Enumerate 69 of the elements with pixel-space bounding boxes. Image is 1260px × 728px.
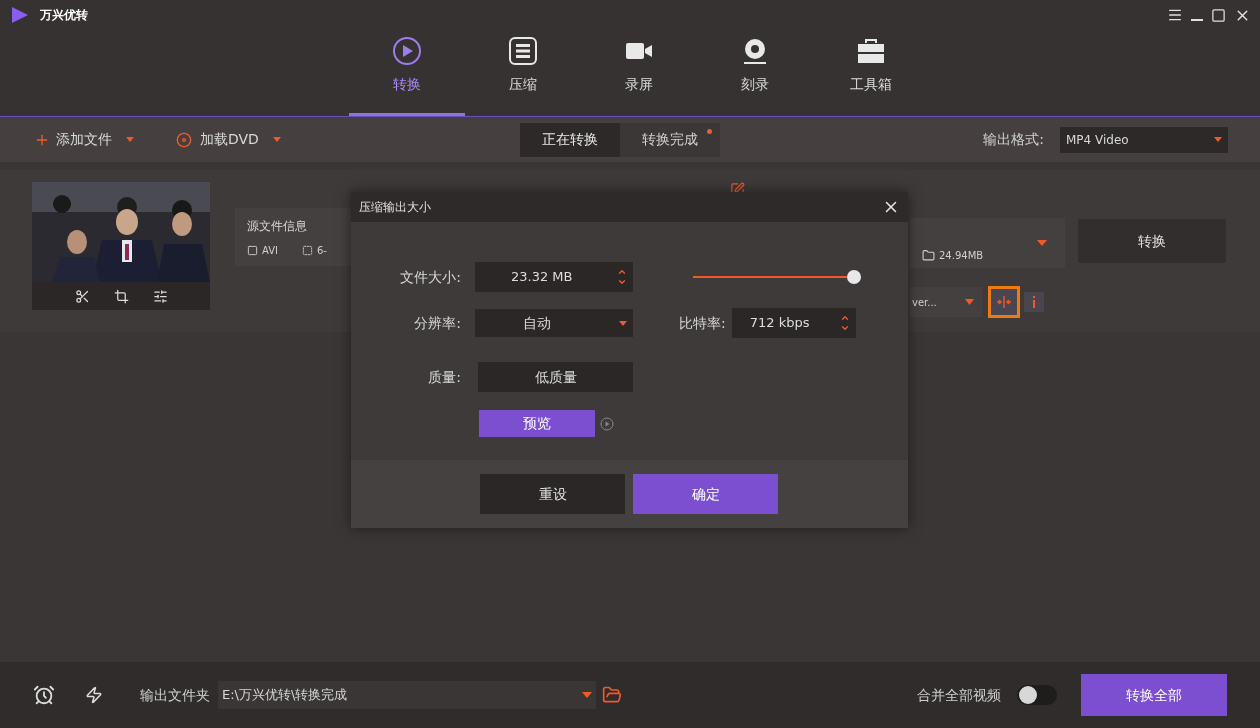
caret-icon [965, 299, 974, 305]
quality-label: 质量: [427, 367, 461, 387]
maximize-icon [1211, 7, 1226, 23]
disc-icon [741, 37, 769, 65]
compress-icon [996, 296, 1012, 308]
increment-icon[interactable] [617, 267, 627, 277]
caret-icon [582, 692, 592, 698]
convert-button[interactable]: 转换 [1078, 219, 1226, 263]
info-button[interactable] [1024, 292, 1044, 312]
size-slider[interactable] [693, 270, 861, 284]
quality-dropdown[interactable]: 低质量 [478, 362, 633, 392]
resolution-dropdown[interactable]: 自动 [475, 309, 633, 337]
status-tab[interactable]: 转换完成 [619, 122, 720, 157]
target-size: 24.94MB [922, 247, 984, 263]
sliders-icon[interactable] [152, 288, 168, 304]
convert-all-button[interactable]: 转换全部 [1081, 674, 1227, 716]
dropdown-arrow-icon[interactable] [126, 137, 134, 142]
file-size-field[interactable]: 23.32 MB [475, 262, 633, 292]
format-info: AVI [247, 242, 278, 258]
nav-tab[interactable]: 刻录 [697, 30, 813, 116]
dropdown-arrow-icon[interactable] [1037, 240, 1047, 246]
nav-tab[interactable]: 录屏 [581, 30, 697, 116]
app-title: 万兴优转 [40, 7, 88, 24]
status-tab[interactable]: 正在转换 [519, 122, 620, 157]
list-icon [508, 36, 538, 66]
nav-tab[interactable]: 压缩 [465, 30, 581, 116]
minimize-icon [1191, 19, 1203, 21]
bitrate-field[interactable]: 712 kbps [731, 308, 856, 338]
resolution-info: 6- [302, 242, 327, 258]
preset-dropdown[interactable]: ver... [910, 287, 982, 317]
decrement-icon[interactable] [617, 277, 627, 287]
caret-icon [619, 320, 627, 326]
reset-button[interactable]: 重设 [480, 474, 625, 514]
merge-toggle[interactable] [1017, 685, 1057, 705]
disc-icon [176, 131, 192, 148]
load-dvd-button[interactable]: 加载DVD [176, 129, 259, 150]
source-info-label: 源文件信息 [247, 217, 308, 235]
play-circle-icon [391, 35, 423, 67]
add-file-button[interactable]: 添加文件 [34, 129, 112, 150]
increment-icon[interactable] [839, 313, 850, 323]
preview-button[interactable]: 预览 [479, 410, 595, 437]
output-format-dropdown[interactable]: MP4 Video [1060, 126, 1228, 153]
nav-tab[interactable]: 工具箱 [813, 30, 929, 116]
slider-thumb[interactable] [847, 270, 861, 284]
menu-icon [1167, 7, 1183, 23]
bitrate-label: 比特率: [679, 313, 726, 333]
lightning-icon[interactable] [85, 686, 103, 704]
folder-icon [922, 248, 935, 262]
dropdown-arrow-icon[interactable] [272, 137, 281, 142]
dialog-title: 压缩输出大小 [359, 199, 431, 216]
caret-icon [1214, 137, 1222, 142]
output-path-dropdown[interactable]: E:\万兴优转\转换完成 [218, 681, 596, 709]
crop-icon[interactable] [113, 288, 129, 304]
file-size-label: 文件大小: [399, 267, 461, 287]
maximize-button[interactable] [1210, 6, 1227, 24]
merge-videos-label: 合并全部视频 [917, 685, 1001, 705]
play-circle-icon [600, 416, 614, 431]
compress-button[interactable] [988, 286, 1020, 318]
decrement-icon[interactable] [839, 323, 850, 333]
output-format-label: 输出格式: [983, 130, 1044, 149]
info-icon [1032, 296, 1036, 308]
scissors-icon[interactable] [74, 288, 90, 304]
alarm-clock-icon[interactable] [33, 684, 55, 706]
output-folder-label: 输出文件夹 [140, 685, 210, 705]
ok-button[interactable]: 确定 [633, 474, 778, 514]
resolution-label: 分辨率: [413, 313, 461, 333]
folder-icon[interactable] [602, 685, 622, 705]
toolbox-icon [856, 37, 886, 65]
logo-icon [10, 6, 30, 24]
